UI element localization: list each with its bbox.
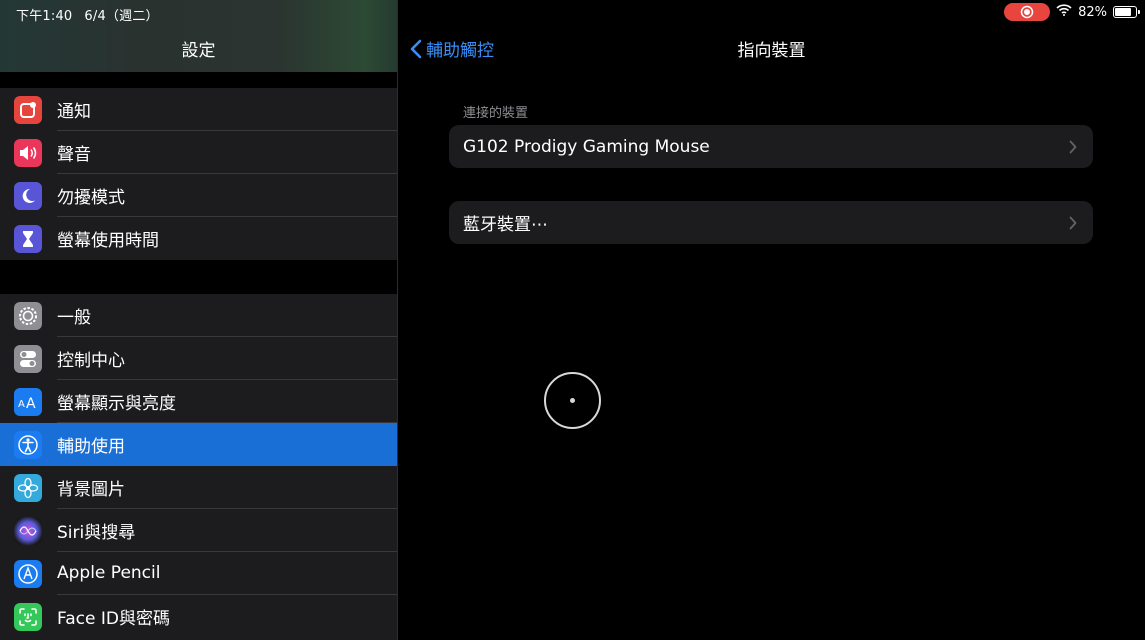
sidebar-item-label: 聲音 <box>57 131 397 174</box>
status-time: 下午1:40 <box>16 9 73 24</box>
sidebar-item-label: Face ID與密碼 <box>57 608 170 629</box>
sidebar-item-display-brightness[interactable]: AA 螢幕顯示與亮度 <box>0 380 397 423</box>
sidebar-item-sounds[interactable]: 聲音 <box>0 131 397 174</box>
back-button[interactable]: 輔助觸控 <box>410 36 494 61</box>
sidebar-item-siri-search[interactable]: Siri與搜尋 <box>0 509 397 552</box>
screen-recording-indicator[interactable] <box>1004 3 1051 21</box>
sidebar-item-label: 控制中心 <box>57 337 397 380</box>
sidebar-item-wallpaper[interactable]: 背景圖片 <box>0 466 397 509</box>
sidebar-item-accessibility[interactable]: 輔助使用 <box>0 423 397 466</box>
sidebar-item-label: Apple Pencil <box>57 552 397 595</box>
gear-icon <box>14 301 42 330</box>
battery-level <box>1115 8 1132 16</box>
face-id-icon <box>14 602 42 631</box>
status-date: 6/4（週二） <box>84 9 159 24</box>
settings-sidebar: 下午1:40 6/4（週二） 設定 通知 聲音 勿擾模式 螢幕使用時間 一般 控… <box>0 0 397 640</box>
sidebar-title: 設定 <box>181 41 216 61</box>
sidebar-item-label: 螢幕顯示與亮度 <box>57 380 397 423</box>
chevron-right-icon <box>1069 216 1077 229</box>
connected-device-cell[interactable]: G102 Prodigy Gaming Mouse <box>449 125 1093 168</box>
battery-icon <box>1113 6 1140 18</box>
sidebar-item-control-center[interactable]: 控制中心 <box>0 337 397 380</box>
sidebar-item-do-not-disturb[interactable]: 勿擾模式 <box>0 174 397 217</box>
sidebar-item-general[interactable]: 一般 <box>0 294 397 337</box>
detail-pane: 82% 指向裝置 輔助觸控 連接的裝置 G102 Prodigy Gaming … <box>398 0 1145 640</box>
group-separator <box>0 260 397 294</box>
sidebar-item-label: 勿擾模式 <box>57 174 397 217</box>
wifi-icon <box>1056 4 1072 20</box>
back-button-label: 輔助觸控 <box>426 41 494 61</box>
pencil-icon <box>14 559 42 588</box>
page-title: 指向裝置 <box>737 41 806 61</box>
accessibility-icon <box>14 430 42 459</box>
sidebar-item-screen-time[interactable]: 螢幕使用時間 <box>0 217 397 260</box>
sidebar-item-label: 一般 <box>57 294 397 337</box>
sidebar-item-face-id[interactable]: Face ID與密碼 <box>0 595 397 638</box>
hourglass-icon <box>14 224 42 253</box>
sidebar-item-label: 通知 <box>57 88 397 131</box>
group-separator <box>0 72 397 88</box>
moon-icon <box>14 181 42 210</box>
sidebar-item-notifications[interactable]: 通知 <box>0 88 397 131</box>
sidebar-item-label: Siri與搜尋 <box>57 509 397 552</box>
svg-text:A: A <box>18 399 25 410</box>
sidebar-item-label: 螢幕使用時間 <box>57 230 159 251</box>
bluetooth-devices-cell[interactable]: 藍牙裝置⋯ <box>449 201 1093 244</box>
siri-icon <box>14 516 42 545</box>
sidebar-item-label: 背景圖片 <box>57 466 397 509</box>
text-size-icon: AA <box>14 387 42 416</box>
sidebar-item-apple-pencil[interactable]: Apple Pencil <box>0 552 397 595</box>
status-bar-right: 82% <box>1004 3 1140 21</box>
flower-icon <box>14 473 42 502</box>
chevron-right-icon <box>1069 140 1077 153</box>
svg-text:A: A <box>26 396 36 410</box>
bluetooth-devices-label: 藍牙裝置⋯ <box>463 215 548 235</box>
pointer-cursor <box>544 372 601 429</box>
speaker-icon <box>14 138 42 167</box>
device-name: G102 Prodigy Gaming Mouse <box>463 136 710 157</box>
pointer-cursor-dot <box>570 398 575 403</box>
toggles-icon <box>14 344 42 373</box>
sidebar-item-label: 輔助使用 <box>57 436 125 457</box>
status-bar-left: 下午1:40 6/4（週二） <box>16 5 171 24</box>
chevron-left-icon <box>410 39 422 58</box>
sidebar-header: 下午1:40 6/4（週二） 設定 <box>0 0 397 72</box>
notification-icon <box>14 95 42 124</box>
battery-percentage: 82% <box>1078 4 1107 20</box>
section-header-connected-devices: 連接的裝置 <box>463 106 529 121</box>
